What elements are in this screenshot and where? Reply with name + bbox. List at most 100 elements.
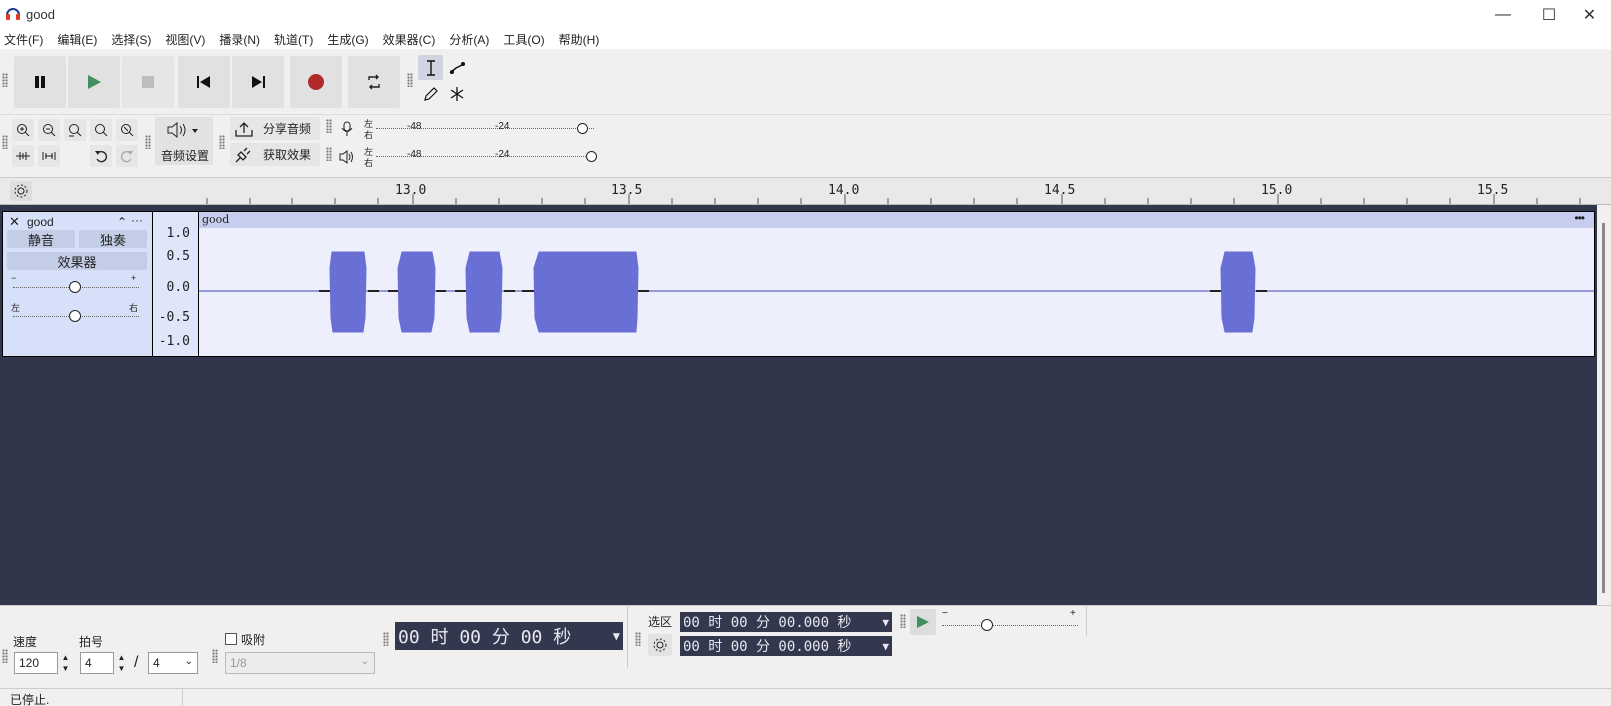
- menu-analyze[interactable]: 分析(A): [449, 31, 489, 48]
- tempo-stepper[interactable]: ▲ ▼: [59, 652, 72, 674]
- maximize-button[interactable]: ☐: [1526, 0, 1572, 29]
- beats-input[interactable]: 4: [80, 652, 114, 674]
- multi-tool[interactable]: [444, 81, 469, 106]
- zoom-in-button[interactable]: [12, 119, 34, 141]
- menu-view[interactable]: 视图(V): [165, 31, 205, 48]
- menu-select[interactable]: 选择(S): [111, 31, 151, 48]
- close-window-button[interactable]: ✕: [1568, 0, 1611, 29]
- stop-button[interactable]: [122, 56, 174, 108]
- snap-checkbox[interactable]: [225, 633, 237, 645]
- toolbar-grip[interactable]: [145, 135, 151, 149]
- undo-button[interactable]: [90, 145, 112, 167]
- clip-title-bar[interactable]: good •••: [199, 212, 1594, 228]
- loop-button[interactable]: [348, 56, 400, 108]
- fit-project-button[interactable]: [90, 119, 112, 141]
- toolbar-grip[interactable]: [2, 649, 8, 663]
- selection-tool[interactable]: [418, 55, 443, 80]
- timeline-settings-button[interactable]: [10, 181, 32, 201]
- play-button[interactable]: [68, 56, 120, 108]
- skip-end-button[interactable]: [232, 56, 284, 108]
- plug-icon: [235, 147, 251, 162]
- amplitude-scale[interactable]: 1.0 0.5 0.0 -0.5 -1.0: [153, 211, 198, 357]
- record-button[interactable]: [290, 56, 342, 108]
- waveform-clip[interactable]: good •••: [198, 211, 1595, 357]
- gain-slider[interactable]: [69, 281, 81, 293]
- ruler-label: 13.5: [611, 183, 643, 198]
- envelope-tool[interactable]: [444, 55, 469, 80]
- draw-tool[interactable]: [418, 81, 443, 106]
- minimize-button[interactable]: —: [1480, 0, 1526, 29]
- skip-to-end-icon: [252, 76, 265, 88]
- toolbar-grip[interactable]: [212, 649, 218, 663]
- scrollbar-thumb[interactable]: [1602, 223, 1605, 593]
- beats-stepper[interactable]: ▲ ▼: [115, 652, 128, 674]
- stop-icon: [142, 76, 154, 88]
- playback-speed-slider[interactable]: [981, 619, 993, 631]
- playback-level-slider[interactable]: [586, 151, 597, 162]
- playback-meter[interactable]: 左 右 -48 -24: [362, 145, 602, 169]
- toolbar-grip[interactable]: [635, 632, 641, 646]
- menu-edit[interactable]: 编辑(E): [57, 31, 97, 48]
- speaker-icon: [339, 150, 353, 164]
- mute-button[interactable]: 静音: [7, 230, 75, 248]
- chevron-down-icon[interactable]: ▼: [882, 640, 889, 653]
- silence-selection-button[interactable]: [38, 145, 60, 167]
- record-level-slider[interactable]: [577, 123, 588, 134]
- toolbar-grip[interactable]: [383, 632, 389, 646]
- play-at-speed-button[interactable]: [910, 609, 936, 635]
- pause-button[interactable]: [14, 56, 66, 108]
- time-display[interactable]: 00 时 00 分 00 秒 ▼: [395, 622, 623, 650]
- toolbar-grip[interactable]: [900, 614, 906, 628]
- menu-tracks[interactable]: 轨道(T): [274, 31, 313, 48]
- get-effects-button[interactable]: 获取效果: [230, 143, 320, 166]
- solo-button[interactable]: 独奏: [79, 230, 147, 248]
- get-effects-label: 获取效果: [263, 148, 312, 162]
- menu-transport[interactable]: 播录(N): [219, 31, 260, 48]
- toolbar-grip[interactable]: [326, 147, 332, 161]
- vertical-scrollbar[interactable]: [1597, 205, 1611, 605]
- selection-start-display[interactable]: 00 时 00 分 00.000 秒 ▼: [680, 612, 892, 632]
- track-menu-icon[interactable]: ···: [131, 213, 143, 227]
- record-meter[interactable]: 左 右 -48 -24: [362, 117, 602, 141]
- menu-tools[interactable]: 工具(O): [503, 31, 544, 48]
- toolbar-grip[interactable]: [407, 73, 413, 87]
- track-control-panel[interactable]: ✕ good ⌃ ··· 静音 独奏 效果器 − + 左 右: [2, 211, 153, 357]
- zoom-out-button[interactable]: [38, 119, 60, 141]
- toolbar-grip[interactable]: [2, 73, 8, 87]
- chevron-down-icon[interactable]: ▼: [882, 616, 889, 629]
- effects-button[interactable]: 效果器: [7, 252, 147, 270]
- playback-meter-button[interactable]: [336, 145, 358, 169]
- share-audio-label: 分享音频: [263, 122, 312, 136]
- menu-generate[interactable]: 生成(G): [327, 31, 368, 48]
- selection-end-display[interactable]: 00 时 00 分 00.000 秒 ▼: [680, 636, 892, 656]
- skip-start-button[interactable]: [178, 56, 230, 108]
- selection-settings-button[interactable]: [648, 634, 672, 656]
- chevron-down-icon[interactable]: ▼: [613, 629, 620, 643]
- audio-setup-button[interactable]: 音频设置: [155, 117, 213, 165]
- share-audio-button[interactable]: 分享音频: [230, 117, 320, 140]
- timeline-ruler[interactable]: 13.0 13.5 14.0 14.5 15.0 15.5: [0, 178, 1611, 205]
- fit-selection-button[interactable]: [64, 119, 86, 141]
- beat-unit-select[interactable]: 4 ⌄: [148, 652, 198, 674]
- record-meter-button[interactable]: [336, 117, 358, 141]
- trim-outside-button[interactable]: [12, 145, 34, 167]
- menu-help[interactable]: 帮助(H): [559, 31, 600, 48]
- clip-menu-icon[interactable]: •••: [1574, 212, 1585, 225]
- menu-effects[interactable]: 效果器(C): [383, 31, 436, 48]
- redo-button[interactable]: [116, 145, 138, 167]
- ruler-label: 15.5: [1477, 183, 1509, 198]
- toolbar-grip[interactable]: [326, 119, 332, 133]
- collapse-track-icon[interactable]: ⌃: [117, 215, 127, 229]
- close-track-icon[interactable]: ✕: [9, 214, 20, 230]
- gear-icon: [653, 638, 667, 652]
- toolbar-grip[interactable]: [2, 135, 8, 149]
- track-name[interactable]: good: [27, 215, 54, 229]
- snap-select[interactable]: 1/8 ⌄: [225, 652, 375, 674]
- menu-file[interactable]: 文件(F): [4, 31, 43, 48]
- zoom-toggle-button[interactable]: [116, 119, 138, 141]
- window-title: good: [26, 7, 55, 22]
- tempo-input[interactable]: 120: [14, 652, 58, 674]
- zoom-toggle-icon: [121, 124, 134, 137]
- pan-slider[interactable]: [69, 310, 81, 322]
- toolbar-grip[interactable]: [219, 135, 225, 149]
